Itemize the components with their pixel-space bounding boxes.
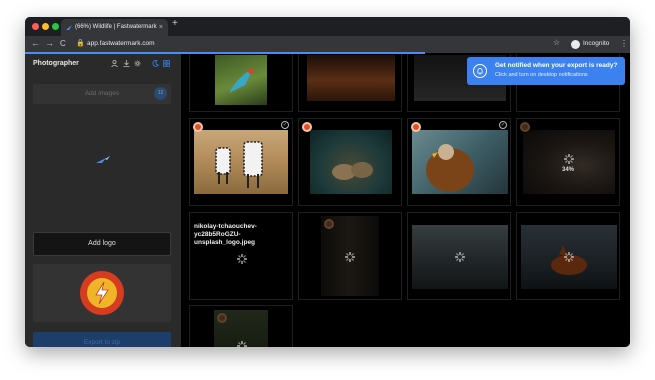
browser-window: (66%) Wildlife | Fastwatermark × + ← → C… xyxy=(25,17,630,347)
bell-icon xyxy=(473,64,487,78)
lightning-icon xyxy=(95,281,109,305)
address-bar[interactable]: app.fastwatermark.com xyxy=(87,40,155,47)
moon-icon[interactable] xyxy=(152,60,159,67)
lock-icon: 🔒 xyxy=(76,40,85,47)
bookmark-star-icon[interactable]: ☆ xyxy=(553,38,560,47)
image-card[interactable] xyxy=(189,305,293,347)
spinner-icon xyxy=(237,254,247,264)
loading-logo-icon xyxy=(96,156,110,163)
spinner-icon xyxy=(237,341,247,347)
image-card[interactable] xyxy=(298,212,402,300)
lions-image xyxy=(310,130,392,194)
add-logo-button[interactable]: Add logo xyxy=(33,232,171,256)
file-name: nikolay-tchaouchev-yc28b5RoGZU-unsplash_… xyxy=(194,223,257,246)
back-icon[interactable]: ← xyxy=(31,38,40,48)
profile-title: Photographer xyxy=(33,60,79,67)
image-count-badge: 12 xyxy=(154,87,167,100)
image-card[interactable]: ✓ xyxy=(189,118,293,206)
watermark-status-icon xyxy=(411,122,421,132)
close-window-button[interactable] xyxy=(32,23,39,30)
favicon-icon xyxy=(66,25,72,30)
gear-icon[interactable] xyxy=(134,60,141,67)
profile-label[interactable]: Incognito xyxy=(583,40,609,47)
watermark-logo xyxy=(80,271,124,315)
notification-toast[interactable]: Get notified when your export is ready? … xyxy=(467,57,625,85)
notification-title: Get notified when your export is ready? xyxy=(495,62,618,69)
grid-view-icon[interactable] xyxy=(163,60,170,67)
animal-image xyxy=(307,55,395,101)
export-zip-button[interactable]: Export to zip xyxy=(33,332,171,347)
image-card[interactable] xyxy=(516,212,620,300)
user-icon[interactable] xyxy=(111,60,118,67)
tab-title: (66%) Wildlife | Fastwatermark xyxy=(75,24,157,30)
incognito-icon xyxy=(571,40,580,49)
image-card[interactable] xyxy=(298,118,402,206)
new-tab-button[interactable]: + xyxy=(172,18,178,29)
maximize-window-button[interactable] xyxy=(52,23,59,30)
notification-subtitle: Click and turn on desktop notifications xyxy=(495,72,588,78)
image-card[interactable] xyxy=(189,54,293,112)
close-tab-icon[interactable]: × xyxy=(159,19,163,36)
title-bar: (66%) Wildlife | Fastwatermark × + xyxy=(25,17,630,36)
watermark-status-icon xyxy=(324,219,334,229)
watermark-status-icon xyxy=(217,313,227,323)
browser-menu-icon[interactable]: ⋮ xyxy=(620,39,628,48)
minimize-window-button[interactable] xyxy=(42,23,49,30)
image-card[interactable] xyxy=(298,54,402,112)
logo-preview xyxy=(33,264,171,322)
add-images-button[interactable]: Add images 12 xyxy=(33,84,171,104)
spinner-icon xyxy=(564,252,574,262)
reload-icon[interactable]: C xyxy=(60,39,66,48)
image-card[interactable] xyxy=(407,212,511,300)
add-images-label: Add images xyxy=(84,90,120,97)
browser-tab[interactable]: (66%) Wildlife | Fastwatermark × xyxy=(61,19,168,36)
check-icon: ✓ xyxy=(281,121,289,129)
eagle-image xyxy=(412,130,508,194)
sidebar: Photographer Add images 12 Add logo Expo… xyxy=(25,54,181,347)
download-icon[interactable] xyxy=(123,60,130,67)
image-card[interactable]: ✓ xyxy=(407,118,511,206)
browser-toolbar: ← → C 🔒 app.fastwatermark.com ☆ Incognit… xyxy=(25,36,630,53)
image-card[interactable]: 34% xyxy=(516,118,620,206)
watermark-status-icon xyxy=(193,122,203,132)
check-icon: ✓ xyxy=(499,121,507,129)
spinner-icon xyxy=(345,252,355,262)
watermark-status-icon xyxy=(302,122,312,132)
spinner-icon xyxy=(564,154,574,164)
bird-image xyxy=(215,55,267,105)
progress-percent: 34% xyxy=(562,167,575,173)
zebra-image xyxy=(194,130,288,194)
image-grid: ✓ ✓ 34% nikolay-tchaouchev-yc28b5RoGZU-u… xyxy=(181,54,630,347)
forward-icon[interactable]: → xyxy=(45,38,54,48)
watermark-logo-inner xyxy=(87,278,117,308)
image-card[interactable]: nikolay-tchaouchev-yc28b5RoGZU-unsplash_… xyxy=(189,212,293,300)
spinner-icon xyxy=(455,252,465,262)
watermark-status-icon xyxy=(520,122,530,132)
